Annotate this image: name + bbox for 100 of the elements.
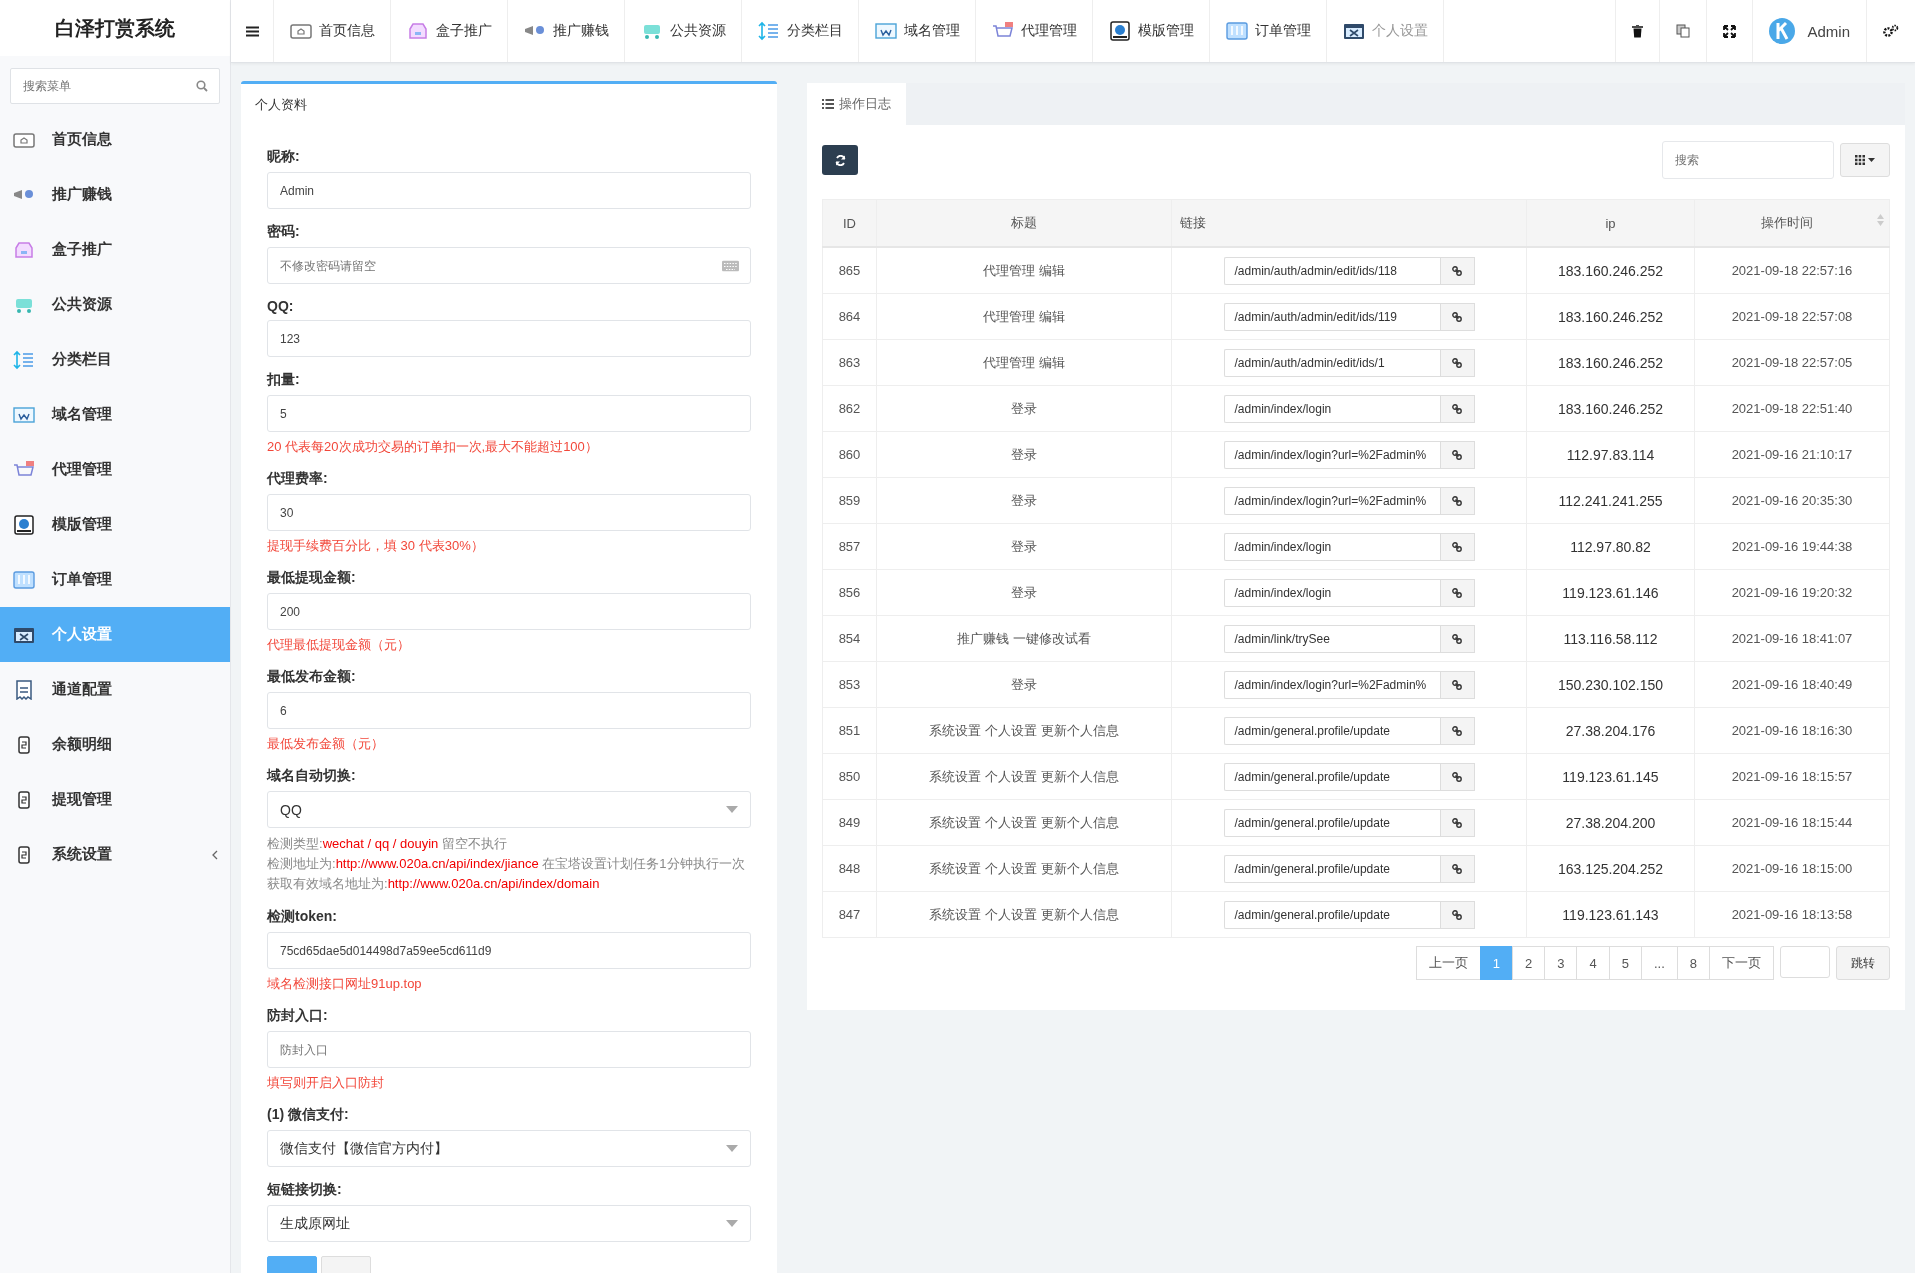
page-number-field[interactable] [1780,946,1830,978]
link-field[interactable]: /admin/index/login?url=%2Fadmin% [1223,440,1440,469]
page-button[interactable]: 4 [1576,946,1610,980]
open-link-button[interactable] [1439,256,1475,285]
columns-button[interactable] [1840,143,1890,177]
menu-search-field[interactable]: 搜索菜单 [10,68,220,104]
sidebar-item[interactable]: 首页信息 [0,112,230,167]
table-cell: 推广赚钱 一键修改试看 [876,615,1172,662]
sidebar-item[interactable]: 订单管理 [0,552,230,607]
sidebar-item[interactable]: 推广赚钱 [0,167,230,222]
sort-icon [757,21,781,41]
top-nav-tab[interactable]: 公共资源 [625,0,742,62]
log-tab[interactable]: 操作日志 [807,83,906,125]
open-link-button[interactable] [1439,486,1475,515]
table-cell: 27.38.204.176 [1526,707,1695,754]
top-nav-tab[interactable]: 分类栏目 [742,0,859,62]
table-cell: 854 [822,615,877,662]
search-field[interactable]: 搜索 [1662,141,1834,179]
link-field[interactable]: /admin/index/login?url=%2Fadmin% [1223,670,1440,699]
input-field[interactable]: 123 [267,320,751,357]
link-field[interactable]: /admin/auth/admin/edit/ids/118 [1223,256,1440,285]
select-field[interactable]: 微信支付【微信官方内付】 [267,1130,751,1167]
top-nav-tab[interactable]: 模版管理 [1093,0,1210,62]
box-icon [12,239,36,260]
page-button[interactable]: 2 [1512,946,1546,980]
link-field[interactable]: /admin/general.profile/update [1223,900,1440,929]
input-field[interactable]: 6 [267,692,751,729]
help-text: 填写则开启入口防封 [267,1074,385,1092]
input-field[interactable]: Admin [267,172,751,209]
page-button[interactable]: 3 [1544,946,1578,980]
grid-icon [1855,155,1865,165]
refresh-button[interactable] [822,145,858,175]
input-field[interactable]: 75cd65dae5d014498d7a59ee5cd611d9 [267,932,751,969]
table-cell: 849 [822,799,877,846]
field-label: 域名自动切换: [267,767,357,785]
prev-page-button[interactable]: 上一页 [1415,946,1481,980]
open-link-button[interactable] [1439,808,1475,837]
link-field[interactable]: /admin/index/login?url=%2Fadmin% [1223,486,1440,515]
table-cell: 登录 [876,477,1172,524]
link-field[interactable]: /admin/index/login [1223,532,1440,561]
open-link-button[interactable] [1439,440,1475,469]
top-nav-tab[interactable]: 首页信息 [274,0,391,62]
open-link-button[interactable] [1439,900,1475,929]
top-nav-tab[interactable]: 订单管理 [1210,0,1327,62]
table-cell: 2021-09-18 22:57:05 [1694,339,1890,386]
page-button[interactable]: 5 [1608,946,1642,980]
sidebar-item[interactable]: 系统设置 [0,827,230,882]
open-link-button[interactable] [1439,348,1475,377]
user-menu[interactable]: Admin [1752,0,1866,62]
table-cell: 2021-09-16 18:41:07 [1694,615,1890,662]
caret-icon [726,806,738,813]
open-link-button[interactable] [1439,716,1475,745]
board-icon [12,569,36,590]
link-icon [1452,311,1462,322]
link-field[interactable]: /admin/link/trySee [1223,624,1440,653]
input-field[interactable]: 防封入口 [267,1031,751,1068]
top-nav-tab[interactable]: 代理管理 [976,0,1093,62]
open-link-button[interactable] [1439,578,1475,607]
input-field[interactable]: 5 [267,395,751,432]
link-icon [1452,449,1462,460]
password-field[interactable]: 不修改密码请留空 [267,247,751,284]
link-field[interactable]: /admin/general.profile/update [1223,762,1440,791]
link-field[interactable]: /admin/index/login [1223,578,1440,607]
table-cell: 登录 [876,385,1172,432]
next-page-button[interactable]: 下一页 [1709,946,1774,980]
link-field[interactable]: /admin/general.profile/update [1223,808,1440,837]
table-cell: 代理管理 编辑 [876,339,1172,386]
sidebar-item[interactable]: 余额明细 [0,717,230,772]
jump-button[interactable]: 跳转 [1836,946,1890,980]
select-field[interactable]: QQ [267,791,751,828]
open-link-button[interactable] [1439,302,1475,331]
link-field[interactable]: /admin/auth/admin/edit/ids/119 [1223,302,1440,331]
sidebar-item[interactable]: 模版管理 [0,497,230,552]
sidebar-item[interactable]: 域名管理 [0,387,230,442]
link-field[interactable]: /admin/auth/admin/edit/ids/1 [1223,348,1440,377]
sidebar-item[interactable]: 公共资源 [0,277,230,332]
select-field[interactable]: 生成原网址 [267,1205,751,1242]
sidebar-item[interactable]: 代理管理 [0,442,230,497]
open-link-button[interactable] [1439,624,1475,653]
top-nav-tab[interactable]: 推广赚钱 [508,0,625,62]
link-icon [1452,541,1462,552]
input-field[interactable]: 200 [267,593,751,630]
open-link-button[interactable] [1439,532,1475,561]
top-nav-tab[interactable]: 盒子推广 [391,0,508,62]
input-field[interactable]: 30 [267,494,751,531]
link-field[interactable]: /admin/general.profile/update [1223,854,1440,883]
open-link-button[interactable] [1439,670,1475,699]
open-link-button[interactable] [1439,854,1475,883]
help-text: 域名检测接口网址91up.top [267,975,423,993]
sidebar-item[interactable]: 盒子推广 [0,222,230,277]
link-field[interactable]: /admin/index/login [1223,394,1440,423]
top-nav-tab[interactable]: 域名管理 [859,0,976,62]
sidebar-item[interactable]: 分类栏目 [0,332,230,387]
page-button[interactable]: 8 [1676,946,1710,980]
sidebar-item[interactable]: 提现管理 [0,772,230,827]
sidebar-item[interactable]: 通道配置 [0,662,230,717]
link-field[interactable]: /admin/general.profile/update [1223,716,1440,745]
page-button[interactable]: ... [1640,946,1678,980]
open-link-button[interactable] [1439,762,1475,791]
open-link-button[interactable] [1439,394,1475,423]
